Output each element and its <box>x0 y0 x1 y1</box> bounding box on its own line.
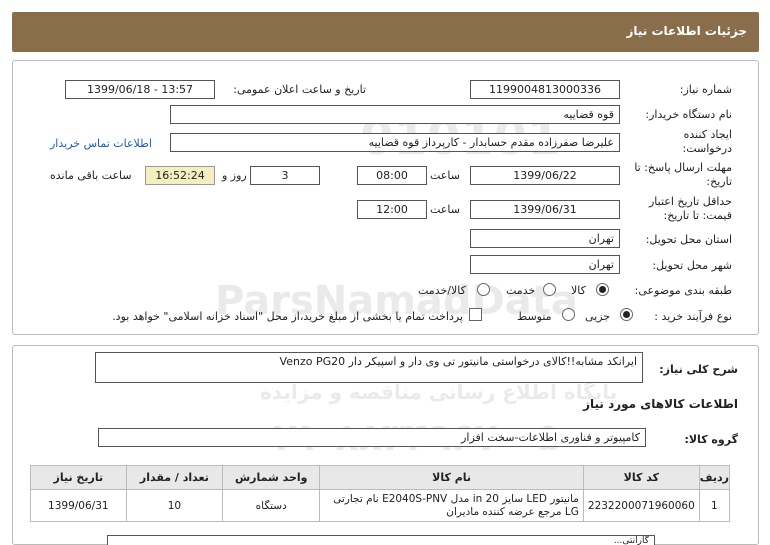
validity-time-label: ساعت <box>430 203 460 216</box>
remaining-time-label: ساعت باقی مانده <box>50 169 132 182</box>
cell-unit: دستگاه <box>222 489 321 522</box>
col-date-header: تاریخ نیاز <box>30 465 127 490</box>
page-header: جزئیات اطلاعات نیاز <box>12 12 759 52</box>
col-code-header: کد کالا <box>582 465 700 490</box>
category-radio-goods[interactable] <box>596 283 609 296</box>
announce-date-label: تاریخ و ساعت اعلان عمومی: <box>233 83 366 96</box>
cell-code: 2232200071960060 <box>582 489 700 522</box>
process-radio-minor[interactable] <box>620 308 633 321</box>
process-option-minor: جزیی <box>585 310 611 323</box>
buyer-contact-link[interactable]: اطلاعات تماس خریدار <box>50 137 152 150</box>
goods-table: ردیف کد کالا نام کالا واحد شمارش تعداد /… <box>30 465 731 522</box>
buyer-label: نام دستگاه خریدار: <box>645 108 732 121</box>
treasury-payment-note: پرداخت تمام یا بخشی از مبلغ خرید،از محل … <box>112 310 463 323</box>
province-field: تهران <box>470 229 620 248</box>
deadline-time-field: 08:00 <box>357 166 427 185</box>
goods-table-header: ردیف کد کالا نام کالا واحد شمارش تعداد /… <box>30 465 731 490</box>
validity-date-field: 1399/06/31 <box>470 200 620 219</box>
creator-field: علیرضا صفرزاده مقدم حسابدار - کارپرداز ق… <box>170 133 620 152</box>
process-radio-medium[interactable] <box>562 308 575 321</box>
col-name-header: نام کالا <box>319 465 584 490</box>
goods-section-title: اطلاعات کالاهای مورد نیاز <box>583 397 738 411</box>
treasury-payment-checkbox[interactable] <box>469 308 482 321</box>
category-option-service: خدمت <box>506 284 536 297</box>
cell-qty: 10 <box>125 489 224 522</box>
col-unit-header: واحد شمارش <box>222 465 321 490</box>
deadline-date-field: 1399/06/22 <box>470 166 620 185</box>
category-label: طبقه بندی موضوعی: <box>634 284 732 297</box>
description-label: شرح کلی نیاز: <box>659 363 738 376</box>
days-remaining-field: 3 <box>250 166 320 185</box>
process-label: نوع فرآیند خرید : <box>654 310 732 323</box>
process-option-medium: متوسط <box>517 310 552 323</box>
page-title: جزئیات اطلاعات نیاز <box>626 24 747 38</box>
category-radio-service[interactable] <box>543 283 556 296</box>
remaining-time-field: 16:52:24 <box>145 166 215 185</box>
buyer-field: قوه قضاییه <box>170 105 620 124</box>
goods-group-label: گروه کالا: <box>684 433 738 446</box>
validity-label: حداقل تاریخ اعتبار قیمت: تا تاریخ: <box>648 195 732 222</box>
col-qty-header: تعداد / مقدار <box>125 465 224 490</box>
creator-label: ایجاد کننده درخواست: <box>682 128 732 155</box>
category-option-both: کالا/خدمت <box>418 284 466 297</box>
days-label: روز و <box>222 169 247 182</box>
category-option-goods: کالا <box>571 284 586 297</box>
category-radio-both[interactable] <box>477 283 490 296</box>
city-field: تهران <box>470 255 620 274</box>
table-row: 1 2232200071960060 مانیتور LED سایز 20 i… <box>30 489 731 522</box>
province-label: استان محل تحویل: <box>645 233 732 246</box>
city-label: شهر محل تحویل: <box>652 259 732 272</box>
announce-date-field: 1399/06/18 - 13:57 <box>65 80 215 99</box>
col-row-header: ردیف <box>698 465 731 490</box>
need-number-field: 1199004813000336 <box>470 80 620 99</box>
description-field: ایرانکد مشابه!!کالای درخواستی مانیتور تی… <box>95 352 643 383</box>
cell-date: 1399/06/31 <box>30 489 127 522</box>
warranty-field: گارانتی... <box>107 535 655 545</box>
goods-group-field: کامپیوتر و فناوری اطلاعات-سخت افزار <box>98 428 646 447</box>
validity-time-field: 12:00 <box>357 200 427 219</box>
cell-name: مانیتور LED سایز 20 in مدل E2040S-PNV نا… <box>319 489 584 522</box>
need-number-label: شماره نیاز: <box>679 83 732 96</box>
deadline-label: مهلت ارسال پاسخ: تا تاریخ: <box>634 161 732 188</box>
deadline-time-label: ساعت <box>430 169 460 182</box>
cell-row: 1 <box>698 489 731 522</box>
